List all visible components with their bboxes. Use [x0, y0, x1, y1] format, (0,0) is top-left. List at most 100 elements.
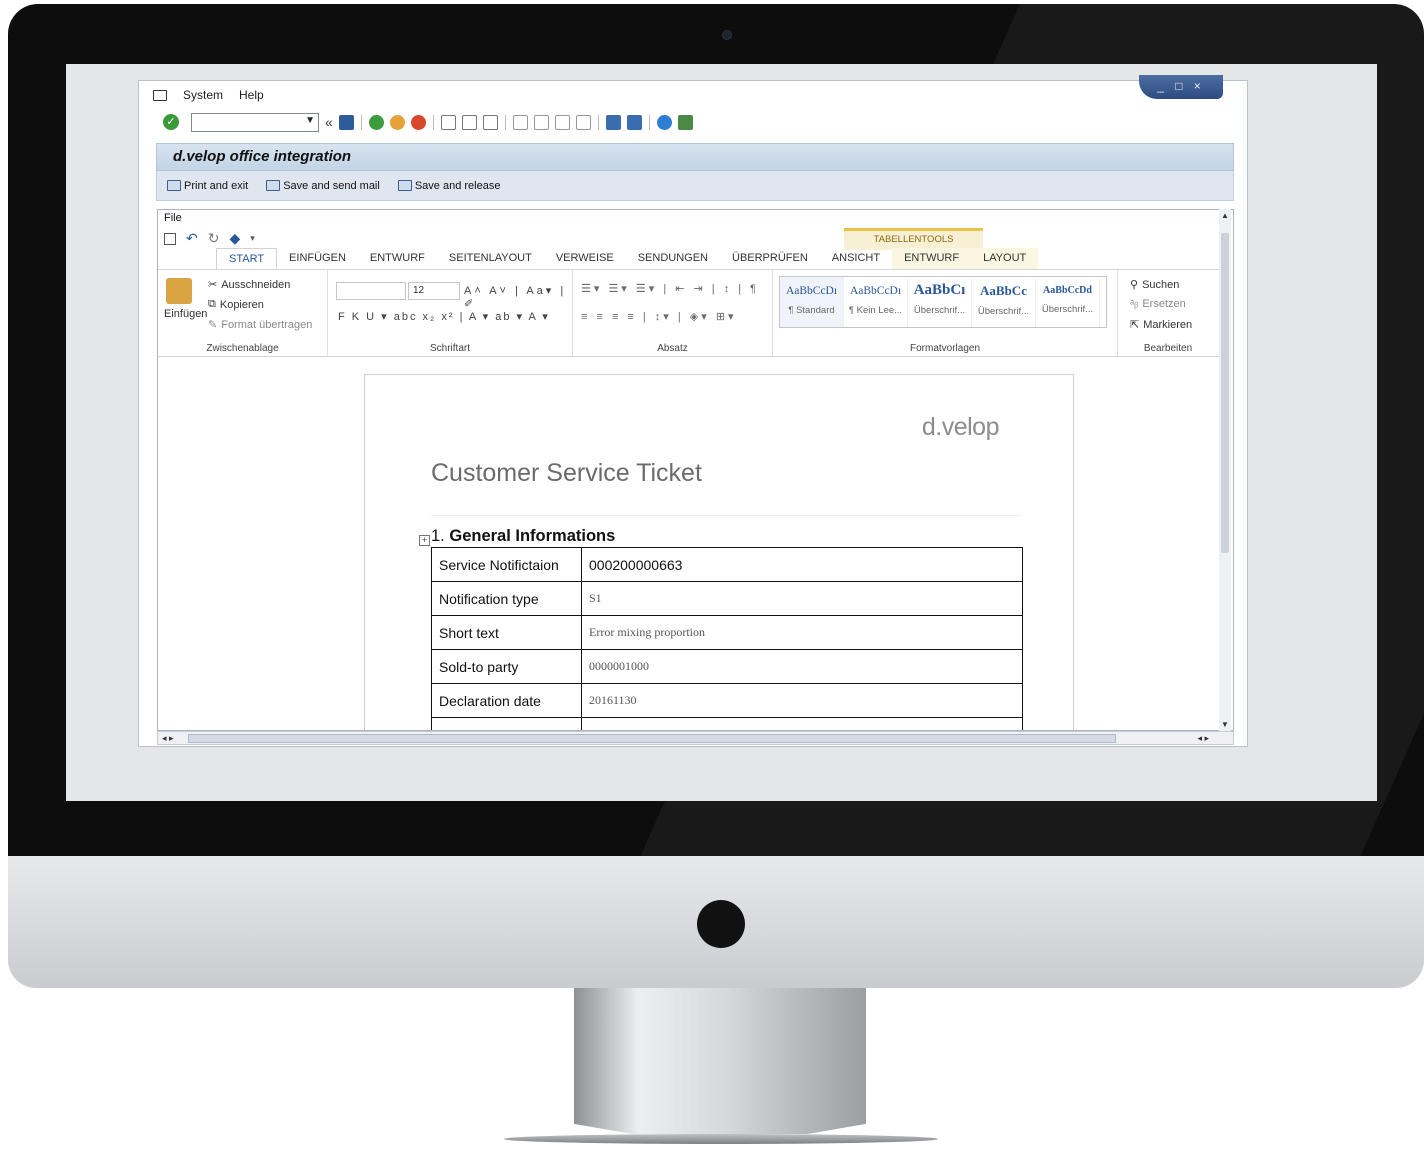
toolbar-separator: [597, 114, 599, 130]
scroll-right-icon[interactable]: ◂ ▸: [1197, 733, 1209, 744]
previous-page-icon[interactable]: [533, 114, 549, 130]
style-kein-leerraum[interactable]: AaBbCcDı ¶ Kein Lee...: [844, 277, 908, 327]
font-name-field[interactable]: [336, 282, 406, 300]
table-cell-key[interactable]: Service Notifictaion: [431, 547, 582, 582]
next-page-icon[interactable]: [554, 114, 570, 130]
replace-button[interactable]: ᵃᵦ Ersetzen: [1130, 298, 1186, 310]
styles-group: AaBbCcDı ¶ Standard AaBbCcDı ¶ Kein Lee.…: [773, 270, 1118, 356]
table-cell-value[interactable]: [581, 717, 1023, 730]
tab-sendungen[interactable]: SENDUNGEN: [626, 248, 720, 270]
table-cell-key[interactable]: [431, 717, 582, 730]
table-row: Service Notifictaion 000200000663: [431, 547, 1023, 582]
scroll-down-icon[interactable]: ▼: [1221, 720, 1229, 729]
layout-settings-icon[interactable]: [677, 114, 693, 130]
tab-einfuegen[interactable]: EINFÜGEN: [277, 248, 358, 270]
first-page-icon[interactable]: [512, 114, 528, 130]
table-cell-value[interactable]: 20161130: [581, 683, 1023, 718]
menu-help[interactable]: Help: [239, 88, 264, 102]
font-format-buttons[interactable]: F K U ▾ abc x₂ x² | A ▾ ab ▾ A ▾: [338, 310, 550, 323]
undo-icon[interactable]: ↶: [186, 230, 198, 247]
macro-icon[interactable]: ◆: [229, 230, 240, 247]
format-painter-label: Format übertragen: [221, 318, 313, 331]
save-and-send-mail-button[interactable]: Save and send mail: [266, 180, 380, 192]
shortcut-icon[interactable]: [626, 114, 642, 130]
format-painter-button[interactable]: ✎ Format übertragen: [208, 318, 313, 332]
cut-label: Ausschneiden: [221, 278, 291, 291]
table-cell-key[interactable]: Declaration date: [431, 683, 582, 718]
document-page[interactable]: d.velop Customer Service Ticket + 1. Gen…: [364, 374, 1074, 730]
copy-button[interactable]: ⧉ Kopieren: [208, 298, 264, 311]
command-field[interactable]: ▼: [191, 112, 319, 132]
exit-icon[interactable]: [389, 114, 405, 130]
style-standard[interactable]: AaBbCcDı ¶ Standard: [780, 277, 844, 327]
save-icon[interactable]: [338, 114, 354, 130]
tab-entwurf[interactable]: ENTWURF: [358, 248, 437, 270]
style-heading-3[interactable]: AaBbCcDd Überschrif...: [1036, 277, 1100, 327]
tab-table-entwurf[interactable]: ENTWURF: [892, 248, 972, 270]
camera-icon: [722, 30, 732, 40]
back-double-chevron-icon[interactable]: «: [325, 114, 333, 130]
back-icon[interactable]: [368, 114, 384, 130]
tab-ansicht[interactable]: ANSICHT: [820, 248, 892, 270]
table-cell-key[interactable]: Short text: [431, 615, 582, 650]
alignment-buttons[interactable]: ≡ ≡ ≡ ≡ | ↕▾ | ◈▾ ⊞▾: [581, 310, 737, 323]
scroll-up-icon[interactable]: ▲: [1221, 211, 1229, 220]
table-cell-value[interactable]: 000200000663: [581, 547, 1023, 582]
clipboard-paste-icon[interactable]: [166, 278, 192, 304]
print-and-exit-button[interactable]: Print and exit: [167, 180, 248, 192]
tab-ueberpruefen[interactable]: ÜBERPRÜFEN: [720, 248, 820, 270]
font-size-field[interactable]: 12: [408, 282, 460, 300]
find-icon[interactable]: [461, 114, 477, 130]
table-cell-value[interactable]: S1: [581, 581, 1023, 616]
print-icon[interactable]: [440, 114, 456, 130]
file-menu[interactable]: File: [164, 212, 182, 224]
scrollbar-thumb[interactable]: [1221, 233, 1229, 553]
find-button[interactable]: ⚲ Suchen: [1130, 278, 1179, 292]
tab-verweise[interactable]: VERWEISE: [544, 248, 626, 270]
horizontal-scrollbar[interactable]: ◂ ▸ ◂ ▸: [157, 731, 1234, 745]
table-cell-key[interactable]: Sold-to party: [431, 649, 582, 684]
select-button[interactable]: ⇱ Markieren: [1130, 318, 1192, 332]
list-and-indent-buttons[interactable]: ☰▾ ☰▾ ☰▾ | ⇤ ⇥ | ↕ | ¶: [581, 282, 759, 295]
table-row: [431, 717, 1023, 730]
save-and-release-button[interactable]: Save and release: [397, 179, 501, 192]
tab-table-layout[interactable]: LAYOUT: [971, 248, 1039, 270]
flag-icon: [397, 180, 412, 191]
replace-label: Ersetzen: [1142, 298, 1186, 310]
font-group-label: Schriftart: [429, 343, 470, 354]
scroll-left-icon[interactable]: ◂ ▸: [162, 733, 174, 744]
cut-button[interactable]: ✂ Ausschneiden: [208, 278, 291, 292]
customize-qat-icon[interactable]: ▾: [250, 233, 255, 244]
save-icon[interactable]: [164, 232, 176, 245]
save-and-release-label: Save and release: [414, 179, 501, 192]
chevron-down-icon[interactable]: ▼: [305, 115, 315, 126]
new-session-icon[interactable]: [605, 114, 621, 130]
tab-start[interactable]: START: [216, 248, 278, 270]
help-icon[interactable]: [656, 114, 672, 130]
menu-system[interactable]: System: [183, 88, 223, 102]
find-next-icon[interactable]: [482, 114, 498, 130]
section-heading-text: General Informations: [449, 527, 616, 545]
table-row: Sold-to party 0000001000: [431, 649, 1023, 684]
font-size-controls[interactable]: A˄ A˅ | Aa▾ | ✐: [464, 284, 572, 310]
scrollbar-thumb[interactable]: [188, 734, 1116, 743]
cancel-icon[interactable]: [410, 114, 426, 130]
tab-seitenlayout[interactable]: SEITENLAYOUT: [437, 248, 544, 270]
redo-icon[interactable]: ↻: [208, 230, 220, 247]
style-heading-1[interactable]: AaBbCı Überschrif...: [908, 277, 972, 327]
table-cell-key[interactable]: Notification type: [431, 581, 582, 616]
table-cell-value[interactable]: 0000001000: [581, 649, 1023, 684]
font-group: 12 A˄ A˅ | Aa▾ | ✐ F K U ▾ abc x₂ x² | A…: [328, 270, 573, 356]
enter-checkmark-icon[interactable]: ✓: [163, 114, 179, 130]
window-controls[interactable]: _ □ ×: [1139, 75, 1223, 99]
style-heading-2[interactable]: AaBbCc Überschrif...: [972, 277, 1036, 327]
menu-bar: System Help: [153, 86, 264, 104]
vertical-scrollbar[interactable]: ▲ ▼: [1219, 209, 1231, 731]
title-divider: [431, 515, 1021, 516]
apple-logo-icon: [697, 900, 745, 948]
last-page-icon[interactable]: [575, 114, 591, 130]
table-cell-value[interactable]: Error mixing proportion: [581, 615, 1023, 650]
menu-exit-icon[interactable]: [153, 89, 167, 101]
table-move-handle-icon[interactable]: +: [419, 535, 430, 546]
paste-button[interactable]: Einfügen: [164, 308, 207, 320]
